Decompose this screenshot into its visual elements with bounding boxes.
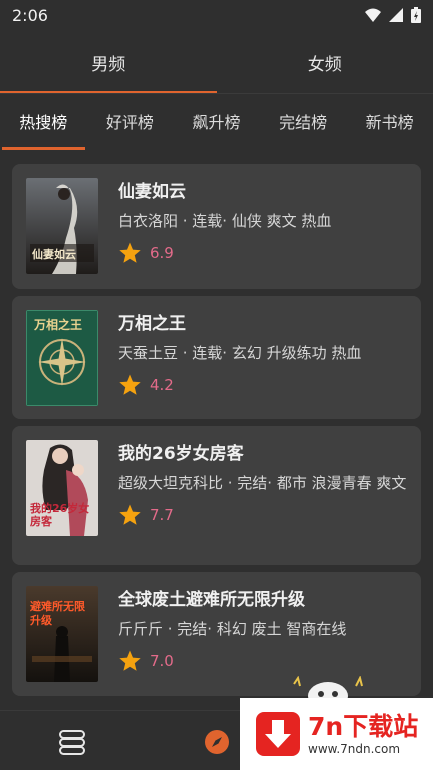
book-rating: 6.9 (118, 241, 407, 265)
book-meta: 超级大坦克科比 · 完结· 都市 浪漫青春 爽文 (118, 474, 407, 492)
battery-icon (411, 7, 421, 23)
cover-title: 仙妻如云 (32, 248, 76, 261)
wifi-icon (365, 8, 381, 22)
book-meta: 白衣洛阳 · 连载· 仙侠 爽文 热血 (118, 212, 332, 230)
star-icon (119, 242, 141, 263)
tab-divider (0, 93, 433, 94)
book-score: 7.7 (150, 506, 174, 524)
book-card[interactable]: 我的26岁女房客 我的26岁女房客 超级大坦克科比 · 完结· 都市 浪漫青春 … (12, 426, 421, 565)
signal-icon (389, 8, 403, 22)
compass-icon[interactable] (204, 729, 230, 755)
book-list: 仙妻如云 仙妻如云 白衣洛阳 · 连载· 仙侠 爽文 热血 6.9 万相之王 万… (12, 164, 421, 703)
tab-top-rated[interactable]: 好评榜 (87, 96, 174, 150)
watermark-name: 7n下载站 (308, 712, 419, 741)
bookshelf-icon[interactable] (58, 729, 86, 755)
watermark-url: www.7ndn.com (308, 742, 401, 756)
tab-new-books[interactable]: 新书榜 (346, 96, 433, 150)
tab-female[interactable]: 女频 (217, 36, 433, 94)
download-logo-icon (256, 712, 300, 756)
cover-title: 万相之王 (34, 318, 83, 332)
tab-rising[interactable]: 飙升榜 (173, 96, 260, 150)
book-score: 6.9 (150, 244, 174, 262)
book-cover: 避难所无限升级 (26, 586, 98, 682)
status-time: 2:06 (12, 5, 48, 25)
book-card[interactable]: 仙妻如云 仙妻如云 白衣洛阳 · 连载· 仙侠 爽文 热血 6.9 (12, 164, 421, 289)
status-bar: 2:06 (0, 0, 433, 30)
book-cover: 万相之王 (26, 310, 98, 406)
gender-tabs: 男频 女频 (0, 36, 433, 94)
ranking-tabs: 热搜榜 好评榜 飙升榜 完结榜 新书榜 (0, 96, 433, 150)
book-cover: 仙妻如云 (26, 178, 98, 274)
status-icons (365, 7, 421, 23)
cover-title: 避难所无限升级 (30, 600, 85, 627)
star-icon (119, 650, 141, 671)
book-rating: 4.2 (118, 373, 407, 397)
star-icon (119, 374, 141, 395)
cover-title: 我的26岁女房客 (30, 502, 90, 528)
book-card[interactable]: 万相之王 万相之王 天蚕土豆 · 连载· 玄幻 升级练功 热血 4.2 (12, 296, 421, 419)
book-score: 4.2 (150, 376, 174, 394)
watermark: 7n下载站 www.7ndn.com (240, 698, 433, 770)
book-rating: 7.7 (118, 503, 407, 527)
book-cover: 我的26岁女房客 (26, 440, 98, 536)
book-meta: 天蚕土豆 · 连载· 玄幻 升级练功 热血 (118, 344, 362, 362)
star-icon (119, 504, 141, 525)
book-title: 仙妻如云 (118, 182, 186, 202)
tab-male[interactable]: 男频 (0, 36, 217, 94)
book-rating: 7.0 (118, 649, 407, 673)
book-meta: 斤斤斤 · 完结· 科幻 废土 智商在线 (118, 620, 347, 638)
book-score: 7.0 (150, 652, 174, 670)
book-title: 全球废土避难所无限升级 (118, 590, 305, 610)
book-title: 我的26岁女房客 (118, 444, 244, 464)
book-title: 万相之王 (118, 314, 186, 334)
tab-completed[interactable]: 完结榜 (260, 96, 347, 150)
tab-hot-search[interactable]: 热搜榜 (0, 96, 87, 150)
